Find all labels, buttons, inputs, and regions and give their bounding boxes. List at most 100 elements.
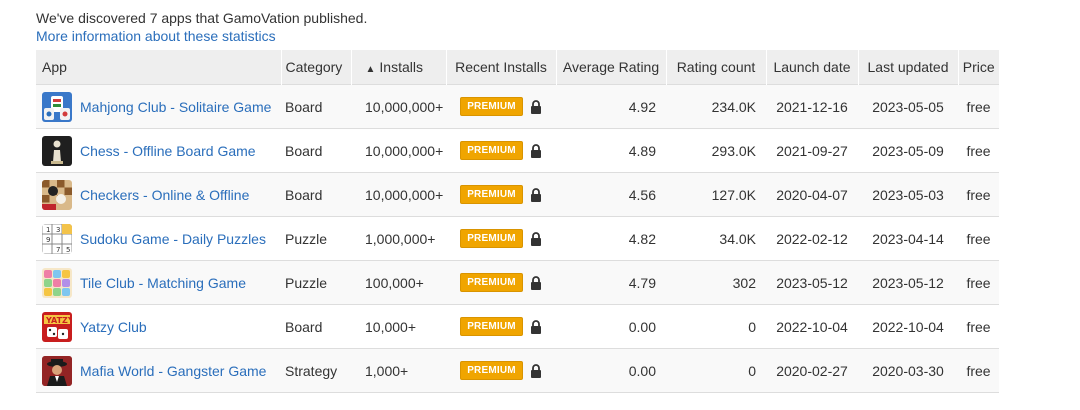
cell-price: free [958,304,999,349]
checkers-icon[interactable] [42,179,72,210]
cell-installs: 10,000,000+ [351,128,446,173]
svg-text:3: 3 [56,226,60,234]
column-header-installs-label: Installs [379,59,423,75]
app-name-link[interactable]: Sudoku Game - Daily Puzzles [80,231,266,247]
cell-last-updated: 2023-05-03 [858,172,958,217]
cell-app: Tile Club - Matching Game [36,260,281,305]
cell-recent-installs: PREMIUM [446,304,556,349]
cell-recent-installs: PREMIUM [446,348,556,393]
cell-rating-count: 0 [666,348,766,393]
app-name-link[interactable]: Mahjong Club - Solitaire Game [80,99,271,115]
cell-installs: 10,000,000+ [351,172,446,217]
svg-text:9: 9 [46,236,50,244]
intro-text: We've discovered 7 apps that GamoVation … [36,10,368,26]
cell-price: free [958,260,999,305]
cell-average-rating: 4.79 [556,260,666,305]
mafia-icon[interactable] [42,355,72,386]
cell-launch-date: 2020-02-27 [766,348,858,393]
cell-rating-count: 127.0K [666,172,766,217]
column-header-launch-date[interactable]: Launch date [766,50,859,85]
lock-icon [530,363,541,378]
cell-installs: 1,000,000+ [351,216,446,261]
cell-category: Strategy [281,348,351,393]
premium-badge[interactable]: PREMIUM [460,229,523,248]
cell-price: free [958,348,999,393]
cell-average-rating: 0.00 [556,304,666,349]
app-name-link[interactable]: Tile Club - Matching Game [80,275,246,291]
cell-launch-date: 2022-02-12 [766,216,858,261]
chess-icon[interactable] [42,135,72,166]
app-name-link[interactable]: Chess - Offline Board Game [80,143,256,159]
lock-icon [530,319,541,334]
publisher-apps-section: We've discovered 7 apps that GamoVation … [36,9,1016,393]
column-header-category[interactable]: Category [281,50,352,85]
lock-icon [530,275,541,290]
table-row: Chess - Offline Board Game Board 10,000,… [36,128,999,173]
more-info-link[interactable]: More information about these statistics [36,27,1016,45]
column-header-last-updated[interactable]: Last updated [858,50,959,85]
svg-text:1: 1 [46,226,50,234]
cell-last-updated: 2023-05-09 [858,128,958,173]
app-cell-content: 13975 Sudoku Game - Daily Puzzles [42,223,277,254]
cell-average-rating: 4.82 [556,216,666,261]
yatzy-icon[interactable]: YATZY [42,311,72,342]
sort-ascending-icon: ▲ [365,64,376,75]
column-header-average-rating[interactable]: Average Rating [556,50,667,85]
lock-icon [530,99,541,114]
table-row: Checkers - Online & Offline Board 10,000… [36,172,999,217]
app-name-link[interactable]: Yatzy Club [80,319,147,335]
cell-launch-date: 2021-09-27 [766,128,858,173]
premium-badge[interactable]: PREMIUM [460,141,523,160]
tile-icon[interactable] [42,267,72,298]
table-row: 13975 Sudoku Game - Daily Puzzles Puzzle… [36,216,999,261]
column-header-recent-installs[interactable]: Recent Installs [446,50,557,85]
cell-last-updated: 2022-10-04 [858,304,958,349]
column-header-rating-count[interactable]: Rating count [666,50,767,85]
cell-launch-date: 2022-10-04 [766,304,858,349]
cell-installs: 10,000,000+ [351,84,446,129]
premium-badge[interactable]: PREMIUM [460,273,523,292]
column-header-price[interactable]: Price [958,50,999,85]
cell-recent-installs: PREMIUM [446,128,556,173]
table-row: YATZY Yatzy Club Board 10,000+ PREMIUM 0… [36,304,999,349]
cell-app: Mafia World - Gangster Game [36,348,281,393]
cell-app: YATZY Yatzy Club [36,304,281,349]
cell-last-updated: 2020-03-30 [858,348,958,393]
cell-rating-count: 293.0K [666,128,766,173]
cell-recent-installs: PREMIUM [446,216,556,261]
sudoku-icon[interactable]: 13975 [42,223,72,254]
app-cell-content: Tile Club - Matching Game [42,267,277,298]
cell-last-updated: 2023-05-05 [858,84,958,129]
cell-category: Board [281,172,351,217]
cell-category: Board [281,128,351,173]
cell-app: Mahjong Club - Solitaire Game [36,84,281,129]
premium-badge[interactable]: PREMIUM [460,317,523,336]
cell-price: free [958,172,999,217]
app-name-link[interactable]: Checkers - Online & Offline [80,187,249,203]
premium-badge[interactable]: PREMIUM [460,97,523,116]
app-cell-content: YATZY Yatzy Club [42,311,277,342]
cell-category: Board [281,84,351,129]
premium-badge[interactable]: PREMIUM [460,361,523,380]
cell-launch-date: 2020-04-07 [766,172,858,217]
cell-rating-count: 302 [666,260,766,305]
premium-badge[interactable]: PREMIUM [460,185,523,204]
mahjong-icon[interactable] [42,91,72,122]
lock-icon [530,187,541,202]
column-header-app[interactable]: App [36,50,282,85]
table-row: Mafia World - Gangster Game Strategy 1,0… [36,348,999,393]
cell-category: Puzzle [281,216,351,261]
cell-average-rating: 4.89 [556,128,666,173]
cell-rating-count: 234.0K [666,84,766,129]
cell-average-rating: 4.92 [556,84,666,129]
app-cell-content: Mafia World - Gangster Game [42,355,277,386]
lock-icon [530,143,541,158]
app-name-link[interactable]: Mafia World - Gangster Game [80,363,266,379]
app-cell-content: Mahjong Club - Solitaire Game [42,91,277,122]
svg-text:YATZY: YATZY [45,316,72,325]
cell-rating-count: 34.0K [666,216,766,261]
cell-recent-installs: PREMIUM [446,260,556,305]
column-header-installs[interactable]: ▲ Installs [351,50,447,85]
cell-app: 13975 Sudoku Game - Daily Puzzles [36,216,281,261]
app-cell-content: Chess - Offline Board Game [42,135,277,166]
